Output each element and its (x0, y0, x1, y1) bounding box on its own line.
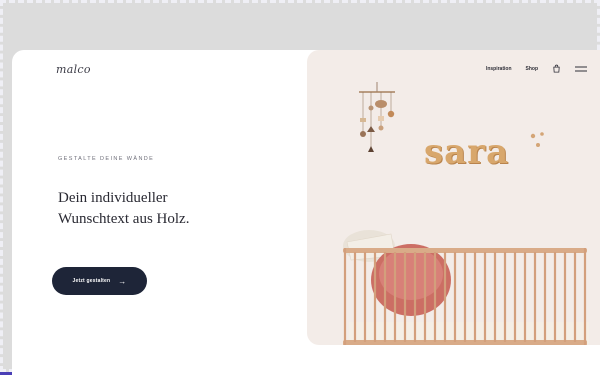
wall-dots-decoration (530, 132, 544, 147)
cta-label: Jetzt gestalten (72, 278, 111, 284)
hero-eyebrow: GESTALTE DEINE WÄNDE (58, 156, 155, 162)
nav-item-inspiration[interactable]: Inspiration (486, 66, 512, 72)
landing-page: malco GESTALTE DEINE WÄNDE Dein individu… (12, 50, 600, 375)
menu-icon[interactable] (575, 65, 587, 73)
hero-image: Inspiration Shop sara (307, 50, 600, 345)
top-nav: Inspiration Shop (486, 64, 587, 73)
baby-mobile-decoration (359, 82, 395, 152)
crib-illustration (343, 230, 589, 345)
hero-headline: Dein individueller Wunschtext aus Holz. (58, 188, 278, 230)
nav-item-shop[interactable]: Shop (526, 66, 539, 72)
brand-logo[interactable]: malco (56, 63, 91, 76)
headline-line-1: Dein individueller (58, 190, 168, 206)
bag-icon[interactable] (552, 64, 561, 73)
cta-button[interactable]: Jetzt gestalten → (52, 267, 147, 295)
browser-frame: malco GESTALTE DEINE WÄNDE Dein individu… (0, 0, 600, 375)
arrow-right-icon: → (118, 276, 127, 286)
headline-line-2: Wunschtext aus Holz. (58, 211, 190, 227)
name-sign: sara (424, 132, 510, 172)
